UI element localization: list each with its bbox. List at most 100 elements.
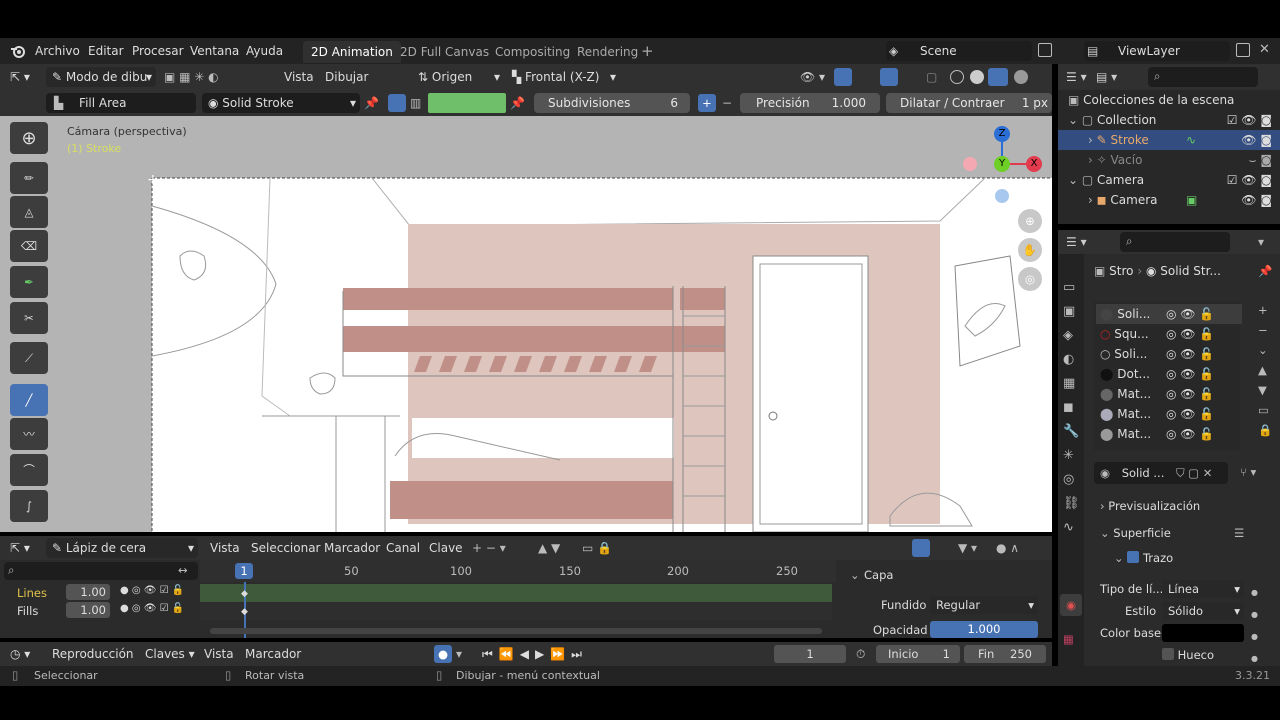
tab-2d-full-canvas[interactable]: 2D Full Canvas bbox=[392, 41, 497, 63]
tl-menu-vista[interactable]: Vista bbox=[210, 538, 240, 558]
keyframe-icon[interactable]: ◆ bbox=[241, 607, 248, 617]
fill-color-swatch[interactable] bbox=[428, 93, 506, 113]
arc-tool-icon[interactable]: ⌒ bbox=[10, 454, 48, 486]
transport-controls-icon[interactable]: ⏮⏪◀▶⏩⏭ bbox=[482, 644, 588, 664]
navigation-gizmo[interactable]: Z Y X bbox=[960, 126, 1046, 216]
layer-toggles-icon[interactable]: ● ◎ 👁 ☑ 🔓 bbox=[120, 585, 184, 596]
curve-tool-icon[interactable]: ∫ bbox=[10, 490, 48, 522]
current-frame-field[interactable]: 1 bbox=[774, 645, 846, 663]
layer-opacity[interactable]: 1.00 bbox=[66, 602, 110, 618]
material-slot[interactable]: ⬤ Mat... ◎ 👁 🔓 bbox=[1096, 404, 1242, 424]
remove-viewlayer-icon[interactable]: ✕ bbox=[1259, 42, 1270, 57]
gizmo-toggle-icon[interactable] bbox=[834, 68, 852, 86]
select-mode-icons[interactable]: ▣ ▦ ✳ ◐ bbox=[164, 67, 219, 87]
line-tool-icon[interactable]: ╱ bbox=[10, 384, 48, 416]
slot-toggle-icons[interactable]: ◎ 👁 🔓 bbox=[1166, 324, 1214, 344]
playback-marcador-menu[interactable]: Marcador bbox=[245, 644, 301, 664]
dopesheet-editor-icon[interactable]: ⇱ ▾ bbox=[10, 538, 30, 558]
tl-menu-marcador[interactable]: Marcador bbox=[324, 538, 380, 558]
tab-rendering[interactable]: Rendering bbox=[569, 41, 646, 63]
material-shading-icon[interactable] bbox=[988, 68, 1008, 86]
solid-shading-icon[interactable] bbox=[970, 70, 984, 84]
hollow-checkbox-row[interactable]: Hueco bbox=[1162, 648, 1214, 662]
list-icon[interactable]: ☰ bbox=[1234, 526, 1244, 540]
style-dropdown[interactable]: Sólido ▾ bbox=[1162, 602, 1244, 620]
shading-modes[interactable] bbox=[950, 68, 1034, 86]
visibility-icon[interactable]: 👁 ▾ bbox=[800, 67, 825, 87]
stroke-subpanel-header[interactable]: ⌄ Trazo bbox=[1114, 551, 1173, 565]
frame-ruler[interactable]: 1 50 100 150 200 250 bbox=[200, 560, 836, 582]
slot-controls-icons[interactable]: + − ⌄ ▲ ▼ ▭ 🔒 bbox=[1258, 300, 1272, 440]
slot-toggle-icons[interactable]: ◎ 👁 🔓 bbox=[1166, 304, 1214, 324]
polyline-tool-icon[interactable]: 〰 bbox=[10, 418, 48, 450]
properties-tab-icons[interactable]: ▭ ▣ ◈ ◐ ▦ ◼ 🔧 ✳ ◎ ⛓ ∿ bbox=[1063, 276, 1080, 540]
menu-editar[interactable]: Editar bbox=[88, 42, 124, 60]
palette-icon[interactable]: ▥ bbox=[410, 93, 421, 113]
gizmo-x-icon[interactable]: X bbox=[1026, 156, 1042, 172]
menu-procesar[interactable]: Procesar bbox=[132, 42, 184, 60]
material-slot[interactable]: ○ Soli... ◎ 👁 🔓 bbox=[1096, 344, 1242, 364]
wireframe-shading-icon[interactable] bbox=[950, 70, 964, 84]
material-selector[interactable]: ◉ Solid Stroke ▾ bbox=[202, 93, 360, 113]
playback-vista-menu[interactable]: Vista bbox=[204, 644, 234, 664]
menu-dibujar[interactable]: Dibujar bbox=[325, 67, 368, 87]
tab-2d-animation[interactable]: 2D Animation bbox=[303, 41, 401, 63]
erase-tool-icon[interactable]: ⌫ bbox=[10, 230, 48, 262]
layer-row-fills[interactable]: Fills 1.00 ● ◎ 👁 ☑ 🔓 bbox=[0, 602, 200, 620]
material-slot[interactable]: ⬤ Mat... ◎ 👁 🔓 bbox=[1096, 424, 1242, 444]
material-tab-icon[interactable]: ◉ bbox=[1060, 594, 1082, 616]
swap-icon[interactable]: ↔ bbox=[178, 563, 188, 577]
display-mode-icon[interactable]: ▤ ▾ bbox=[1096, 67, 1117, 87]
slot-toggle-icons[interactable]: ◎ 👁 🔓 bbox=[1166, 404, 1214, 424]
material-slot[interactable]: ○ Squ... ◎ 👁 🔓 bbox=[1096, 324, 1242, 344]
visibility-icons[interactable]: 👁 ◙ bbox=[1241, 190, 1272, 210]
eyedropper-tool-icon[interactable]: ⟋ bbox=[10, 342, 48, 374]
add-layer-icon[interactable]: + − ▾ bbox=[472, 538, 506, 558]
node-tree-icon[interactable]: ⑂ ▾ bbox=[1240, 465, 1256, 479]
new-scene-icon[interactable] bbox=[1038, 43, 1052, 57]
slot-toggle-icons[interactable]: ◎ 👁 🔓 bbox=[1166, 364, 1214, 384]
outliner-editor-icon[interactable]: ☰ ▾ bbox=[1066, 67, 1087, 87]
material-slot[interactable]: ⬤ Soli... ◎ 👁 🔓 bbox=[1096, 304, 1242, 324]
keys-menu[interactable]: Claves ▾ bbox=[141, 644, 195, 664]
fill-brush-selector[interactable]: ▙ Fill Area bbox=[46, 93, 196, 113]
slot-toggle-icons[interactable]: ◎ 👁 🔓 bbox=[1166, 384, 1214, 404]
only-selected-icon[interactable] bbox=[912, 539, 930, 557]
menu-ventana[interactable]: Ventana bbox=[190, 42, 239, 60]
capa-panel-title[interactable]: Capa bbox=[864, 568, 893, 582]
end-frame-field[interactable]: Fin 250 bbox=[964, 645, 1046, 663]
subdivisions-field[interactable]: Subdivisiones 6 bbox=[534, 93, 690, 113]
pin-icon[interactable]: 📌 bbox=[1258, 264, 1272, 278]
current-frame-indicator[interactable]: 1 bbox=[235, 563, 253, 579]
surface-panel-header[interactable]: ⌄ Superficie bbox=[1100, 526, 1171, 540]
stroke-checkbox[interactable] bbox=[1127, 551, 1140, 563]
slot-toggle-icons[interactable]: ◎ 👁 🔓 bbox=[1166, 424, 1214, 444]
blender-logo-icon[interactable] bbox=[10, 43, 26, 59]
viewlayer-selector[interactable]: ▤ ViewLayer bbox=[1084, 41, 1230, 61]
outliner-search-input[interactable]: ⌕ bbox=[1148, 67, 1258, 87]
fill-tool-icon[interactable]: ◬ bbox=[10, 196, 48, 228]
gpencil-data-icon[interactable]: ∿ bbox=[1186, 130, 1196, 150]
decrease-icon[interactable]: − bbox=[722, 93, 732, 113]
draw-tool-icon[interactable]: ✏ bbox=[10, 162, 48, 194]
dopesheet[interactable]: ⌕ ↔ Lines 1.00 ● ◎ 👁 ☑ 🔓 Fills 1.00 ● ◎ … bbox=[0, 560, 840, 638]
blend-dropdown[interactable]: Regular ▾ bbox=[930, 596, 1038, 614]
base-color-swatch[interactable] bbox=[1162, 624, 1244, 642]
properties-options-icon[interactable]: ▾ bbox=[1258, 232, 1264, 252]
visibility-icons[interactable]: ⌣ ◙ bbox=[1249, 150, 1272, 170]
properties-search-input[interactable]: ⌕ bbox=[1120, 232, 1230, 252]
dilate-field[interactable]: Dilatar / Contraer 1 px bbox=[886, 93, 1052, 113]
slot-toggle-icons[interactable]: ◎ 👁 🔓 bbox=[1166, 344, 1214, 364]
outliner-item-stroke[interactable]: › ✎ Stroke ∿ 👁 ◙ bbox=[1058, 130, 1280, 150]
menu-ayuda[interactable]: Ayuda bbox=[246, 42, 283, 60]
dopesheet-mode-selector[interactable]: ✎ Lápiz de cera ▾ bbox=[46, 538, 198, 558]
proportional-icon[interactable]: ● ∧ bbox=[996, 538, 1019, 558]
increase-icon[interactable]: + bbox=[698, 94, 716, 112]
texture-tab-icon[interactable]: ▦ bbox=[1063, 632, 1074, 646]
material-actions-icons[interactable]: ⛉ ▢ ✕ bbox=[1176, 466, 1212, 481]
layer-toggles-icon[interactable]: ● ◎ 👁 ☑ 🔓 bbox=[120, 603, 184, 614]
pan-hand-icon[interactable]: ✋ bbox=[1018, 238, 1042, 262]
menu-archivo[interactable]: Archivo bbox=[35, 42, 80, 60]
properties-editor-icon[interactable]: ☰ ▾ bbox=[1066, 232, 1087, 252]
pin-icon[interactable]: 📌 bbox=[364, 93, 379, 113]
